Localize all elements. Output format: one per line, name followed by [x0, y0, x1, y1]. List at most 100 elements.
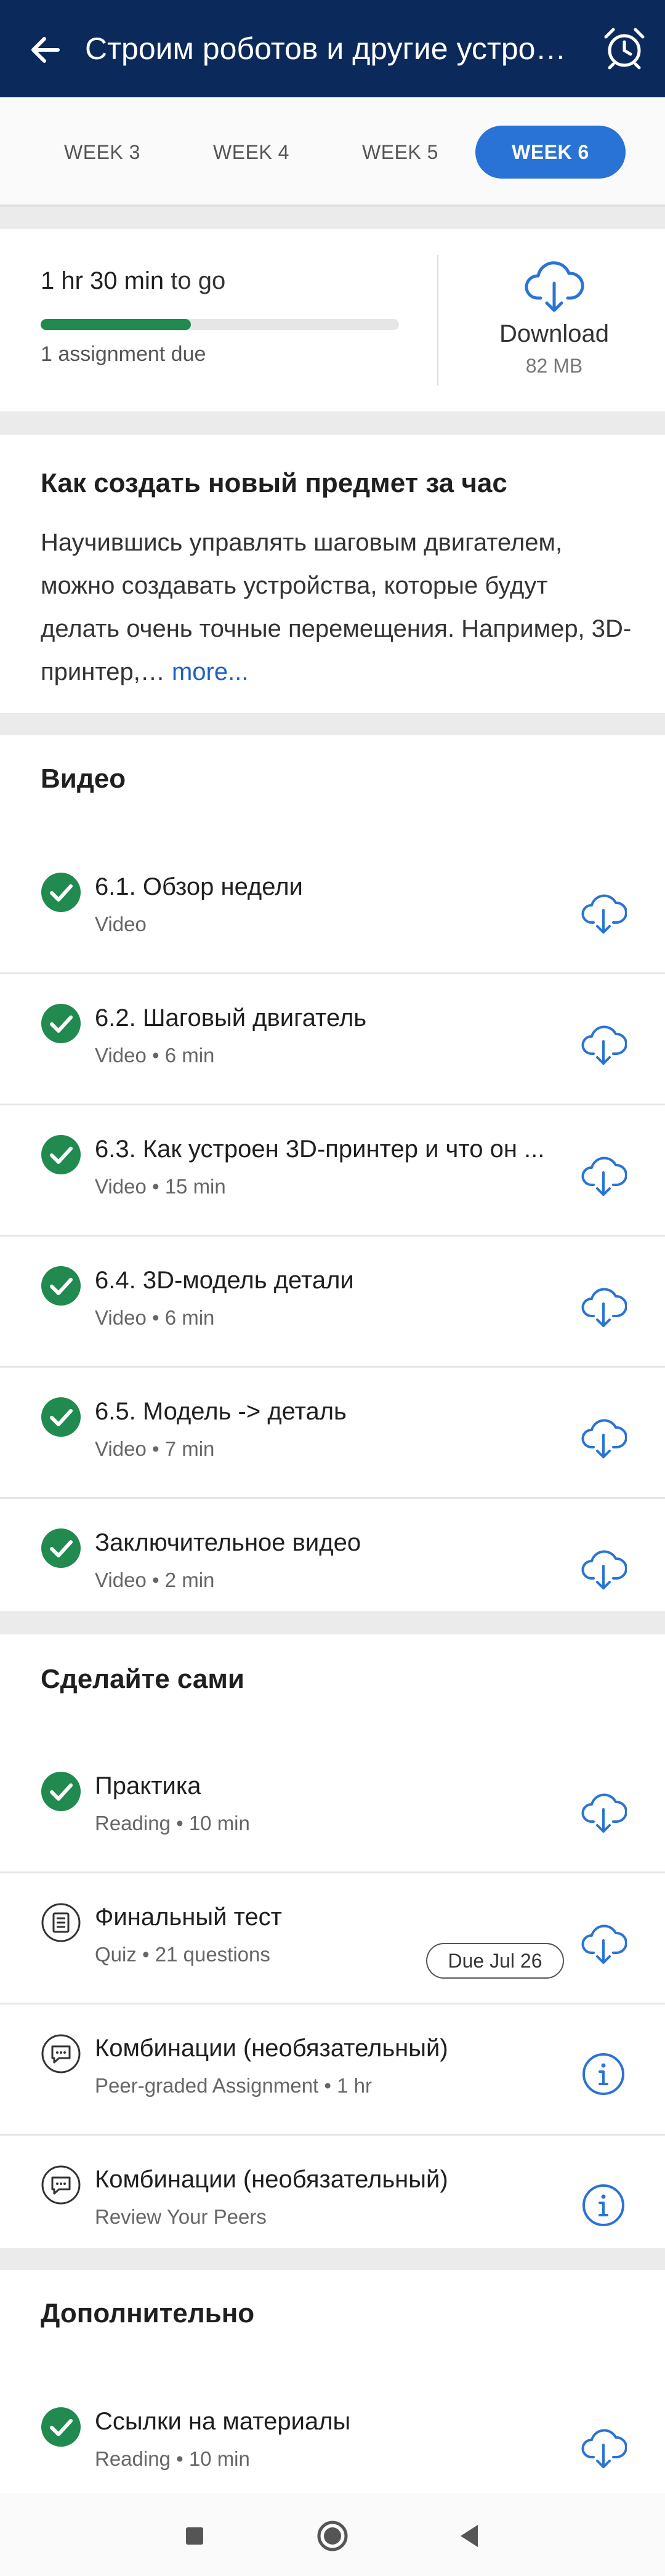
progress-bar: [41, 319, 399, 330]
item-meta: Video • 6 min: [95, 1306, 215, 1329]
week-description-card: Как создать новый предмет за час Научивш…: [0, 435, 665, 713]
time-remaining-suffix: to go: [171, 267, 226, 294]
quiz-list-icon: [41, 1903, 81, 1942]
cloud-download-icon: [581, 1793, 627, 1833]
checkmark-circle-icon: [41, 1004, 81, 1043]
list-item[interactable]: Финальный тест Quiz • 21 questions Due Jul…: [0, 1874, 665, 2005]
cloud-download-icon: [581, 894, 627, 934]
item-title: 6.4. 3D-модель детали: [95, 1267, 354, 1294]
item-meta: Review Your Peers: [95, 2205, 267, 2228]
list-item[interactable]: Ссылки на материалы Reading • 10 min: [0, 2378, 665, 2509]
info-button[interactable]: [580, 2182, 627, 2229]
week-tabs: WEEK 3 WEEK 4 WEEK 5 WEEK 6: [0, 97, 665, 207]
download-item-button[interactable]: [580, 889, 627, 936]
checkmark-circle-icon: [41, 1266, 81, 1306]
download-week-button[interactable]: Download 82 MB: [443, 254, 665, 389]
list-item[interactable]: Практика Reading • 10 min: [0, 1743, 665, 1873]
download-item-button[interactable]: [580, 1545, 627, 1592]
cloud-download-icon: [525, 261, 584, 312]
download-item-button[interactable]: [580, 1788, 627, 1835]
item-title: 6.2. Шаговый двигатель: [95, 1004, 367, 1032]
item-meta: Video • 15 min: [95, 1175, 226, 1198]
list-item[interactable]: 6.2. Шаговый двигатель Video • 6 min: [0, 975, 665, 1105]
alarm-clock-icon[interactable]: [601, 25, 648, 71]
tab-week-3[interactable]: WEEK 3: [27, 126, 177, 179]
download-item-button[interactable]: [580, 1020, 627, 1067]
list-item[interactable]: Комбинации (необязательный) Peer-graded A…: [0, 2005, 665, 2136]
practice-section: Сделайте сами Практика Reading • 10 min Фи…: [0, 1634, 665, 2248]
item-status: [41, 1003, 81, 1044]
item-status: [41, 2033, 81, 2074]
download-size: 82 MB: [525, 355, 583, 377]
time-remaining: 1 hr 30 min to go: [41, 267, 225, 295]
list-item[interactable]: 6.3. Как устроен 3D-принтер и что он ...…: [0, 1106, 665, 1237]
cloud-download-icon: [581, 1550, 627, 1589]
week-description-title: Как создать новый предмет за час: [41, 468, 507, 498]
checkmark-circle-icon: [41, 1397, 81, 1437]
item-title: Комбинации (необязательный): [95, 2166, 448, 2193]
item-status: [41, 1771, 81, 1812]
item-title: Практика: [95, 1772, 201, 1799]
circle-home-icon[interactable]: [314, 2517, 351, 2554]
progress-card: 1 hr 30 min to go 1 assignment due Downl…: [0, 229, 665, 411]
list-item[interactable]: 6.5. Модель -> деталь Video • 7 min: [0, 1368, 665, 1499]
download-item-button[interactable]: [580, 1414, 627, 1461]
triangle-back-icon[interactable]: [452, 2517, 489, 2554]
item-meta: Peer-graded Assignment • 1 hr: [95, 2074, 372, 2097]
info-icon: [582, 2053, 624, 2095]
more-link[interactable]: more...: [172, 658, 248, 685]
checkmark-circle-icon: [41, 873, 81, 912]
cloud-download-icon: [581, 1025, 627, 1065]
system-navigation-bar: [0, 2493, 665, 2576]
tab-week-4[interactable]: WEEK 4: [176, 126, 326, 179]
item-meta: Quiz • 21 questions: [95, 1943, 270, 1966]
square-recents-icon[interactable]: [176, 2517, 213, 2554]
info-button[interactable]: [580, 2051, 627, 2098]
item-status: [41, 1902, 81, 1943]
download-item-button[interactable]: [580, 1920, 627, 1966]
description-body: Научившись управлять шаговым двигателем,…: [41, 529, 632, 685]
peer-chat-icon: [41, 2034, 81, 2073]
list-item[interactable]: 6.1. Обзор недели Video: [0, 844, 665, 974]
checkmark-circle-icon: [41, 1528, 81, 1568]
assignments-due: 1 assignment due: [41, 342, 206, 366]
item-status: [41, 1266, 81, 1306]
cloud-download-icon: [581, 1288, 627, 1327]
cloud-download-icon: [581, 1924, 627, 1964]
item-title: 6.1. Обзор недели: [95, 873, 303, 900]
item-meta: Video • 7 min: [95, 1437, 215, 1460]
item-status: [41, 2165, 81, 2205]
item-title: Комбинации (необязательный): [95, 2035, 448, 2062]
peer-chat-icon: [41, 2165, 81, 2205]
item-title: Ссылки на материалы: [95, 2408, 351, 2435]
section-title-practice: Сделайте сами: [41, 1664, 244, 1694]
cloud-download-icon: [581, 1419, 627, 1458]
section-title-video: Видео: [41, 764, 126, 794]
download-item-button[interactable]: [580, 1283, 627, 1330]
checkmark-circle-icon: [41, 1135, 81, 1174]
video-section: Видео 6.1. Обзор недели Video 6.2. Шаговый…: [0, 735, 665, 1611]
item-meta: Reading • 10 min: [95, 2447, 250, 2470]
cloud-download-icon: [581, 1157, 627, 1196]
list-item[interactable]: 6.4. 3D-модель детали Video • 6 min: [0, 1237, 665, 1368]
list-item[interactable]: Комбинации (необязательный) Review Your P…: [0, 2136, 665, 2267]
item-status: [41, 1134, 81, 1175]
tab-week-6[interactable]: WEEK 6: [475, 126, 626, 179]
due-date-badge: Due Jul 26: [426, 1943, 564, 1979]
download-label: Download: [499, 320, 609, 347]
arrow-left-icon[interactable]: [27, 31, 64, 68]
item-meta: Video: [95, 913, 147, 935]
time-remaining-value: 1 hr 30 min: [41, 267, 164, 294]
checkmark-circle-icon: [41, 1772, 81, 1811]
item-title: Заключительное видео: [95, 1529, 361, 1556]
item-status: [41, 2407, 81, 2447]
info-icon: [582, 2184, 624, 2226]
divider: [437, 255, 438, 386]
course-title: Строим роботов и другие устрой...: [85, 31, 578, 66]
app-bar: Строим роботов и другие устрой...: [0, 0, 665, 97]
list-item[interactable]: Заключительное видео Video • 2 min: [0, 1500, 665, 1630]
tab-week-5[interactable]: WEEK 5: [325, 126, 475, 179]
download-item-button[interactable]: [580, 1152, 627, 1198]
download-item-button[interactable]: [580, 2424, 627, 2471]
item-title: 6.5. Модель -> деталь: [95, 1398, 347, 1425]
